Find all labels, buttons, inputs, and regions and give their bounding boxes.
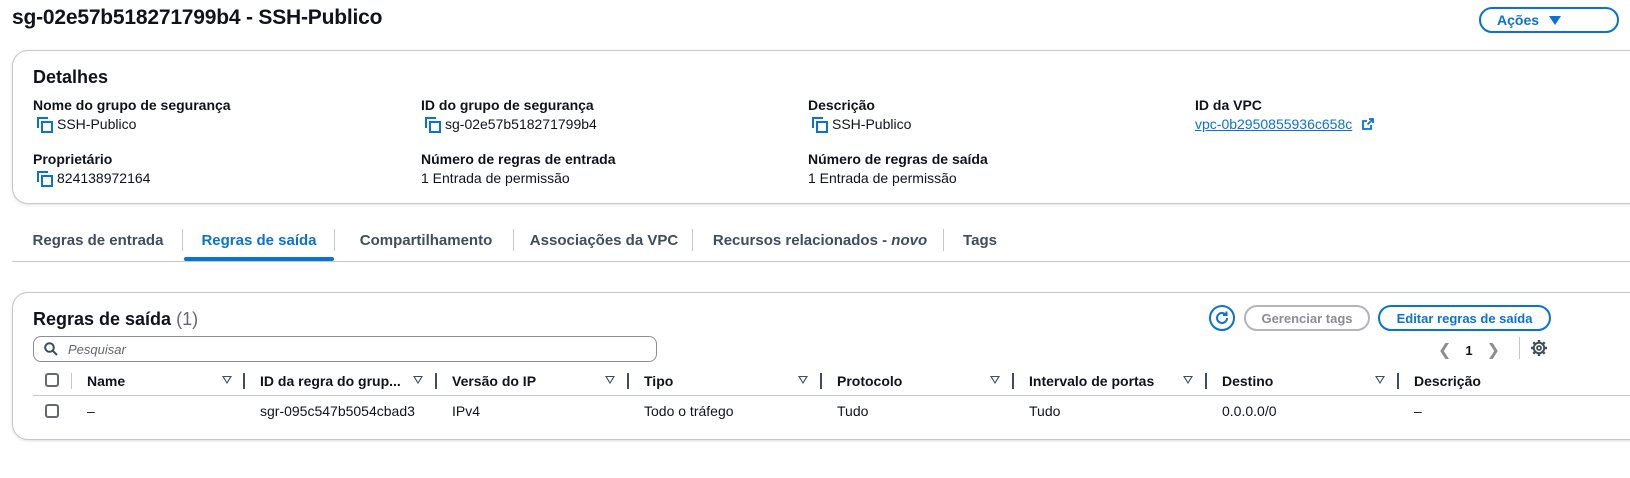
column-header-destination[interactable]: Destino (1222, 367, 1273, 395)
column-header-description[interactable]: Descrição (1414, 367, 1481, 395)
column-resizer[interactable] (1012, 373, 1014, 389)
tab-divider (943, 229, 944, 251)
column-header-protocol[interactable]: Protocolo (837, 367, 902, 395)
table-header: Name ID da regra do grup... Versão do IP… (33, 367, 1630, 396)
actions-label: Ações (1497, 12, 1540, 28)
tab-bar: Regras de entrada Regras de saída Compar… (12, 221, 1630, 262)
column-header-rule-id[interactable]: ID da regra do grup... (260, 367, 401, 395)
field-sg-id: ID do grupo de segurança sg-02e57b518271… (421, 97, 597, 133)
tab-sharing[interactable]: Compartilhamento (346, 221, 506, 259)
sort-icon[interactable] (222, 376, 232, 384)
edit-outbound-rules-button[interactable]: Editar regras de saída (1378, 305, 1551, 331)
rules-title-text: Regras de saída (33, 309, 172, 329)
field-label: Nome do grupo de segurança (33, 97, 231, 113)
tab-divider (692, 229, 693, 251)
copy-icon[interactable] (37, 117, 53, 133)
field-label: ID da VPC (1195, 97, 1262, 113)
chevron-down-icon (1549, 15, 1562, 25)
field-value: 1 Entrada de permissão (808, 170, 957, 186)
field-inbound-count: Número de regras de entrada 1 Entrada de… (421, 151, 616, 186)
column-header-name[interactable]: Name (87, 367, 125, 395)
cell-description: – (1414, 403, 1422, 419)
tab-outbound-rules[interactable]: Regras de saída (184, 221, 334, 261)
copy-icon[interactable] (37, 171, 53, 187)
column-resizer[interactable] (243, 373, 245, 389)
select-all-checkbox[interactable] (45, 373, 59, 387)
column-resizer[interactable] (820, 373, 822, 389)
tab-tags[interactable]: Tags (954, 221, 1006, 259)
page-title: sg-02e57b518271799b4 - SSH-Publico (12, 6, 383, 29)
sort-icon[interactable] (990, 376, 1000, 384)
sort-icon[interactable] (1375, 376, 1385, 384)
tab-inbound-rules[interactable]: Regras de entrada (22, 221, 174, 259)
pagination: ❮ 1 ❯ (1438, 340, 1500, 360)
tab-related-resources[interactable]: Recursos relacionados - novo (702, 221, 938, 259)
search-input[interactable] (66, 340, 630, 358)
sort-icon[interactable] (605, 376, 615, 384)
chevron-right-icon[interactable]: ❯ (1487, 340, 1500, 360)
cell-ip-version: IPv4 (452, 403, 481, 419)
field-value: SSH-Publico (57, 116, 137, 132)
column-resizer[interactable] (1397, 373, 1399, 389)
field-vpc-id: ID da VPC vpc-0b2950855936c658c (1195, 97, 1375, 132)
tab-divider (182, 229, 183, 251)
details-panel: Detalhes Nome do grupo de segurança SSH-… (12, 50, 1630, 204)
field-sg-name: Nome do grupo de segurança SSH-Publico (33, 97, 231, 133)
pager-divider (1519, 337, 1520, 359)
actions-button[interactable]: Ações (1479, 7, 1619, 33)
table-row[interactable]: – sgr-095c547b5054cbad3 IPv4 Todo o tráf… (33, 396, 1630, 426)
sort-icon[interactable] (798, 376, 808, 384)
field-value: sg-02e57b518271799b4 (445, 116, 597, 132)
settings-gear-icon[interactable] (1530, 339, 1548, 357)
outbound-rules-panel: Regras de saída (1) Gerenciar tags Edita… (12, 292, 1630, 440)
column-header-port-range[interactable]: Intervalo de portas (1029, 367, 1154, 395)
refresh-icon (1216, 311, 1228, 324)
external-link-icon[interactable] (1362, 118, 1375, 130)
sort-icon[interactable] (413, 376, 423, 384)
copy-icon[interactable] (425, 117, 441, 133)
cell-name: – (87, 403, 95, 419)
tab-vpc-associations[interactable]: Associações da VPC (524, 221, 684, 259)
column-resizer[interactable] (627, 373, 629, 389)
new-tag: novo (891, 231, 928, 249)
cell-protocol: Tudo (837, 403, 869, 419)
search-icon (44, 342, 58, 356)
cell-type: Todo o tráfego (644, 403, 734, 419)
field-owner: Proprietário 824138972164 (33, 151, 151, 187)
copy-icon[interactable] (812, 117, 828, 133)
column-header-ip-version[interactable]: Versão do IP (452, 367, 536, 395)
field-label: Número de regras de saída (808, 151, 988, 167)
manage-tags-button[interactable]: Gerenciar tags (1244, 305, 1370, 331)
page-number[interactable]: 1 (1465, 343, 1472, 358)
field-outbound-count: Número de regras de saída 1 Entrada de p… (808, 151, 988, 186)
rules-count: (1) (176, 309, 199, 329)
field-label: Descrição (808, 97, 875, 113)
rules-title: Regras de saída (1) (33, 309, 198, 330)
field-value: SSH-Publico (832, 116, 912, 132)
column-resizer[interactable] (1205, 373, 1207, 389)
cell-destination: 0.0.0.0/0 (1222, 403, 1277, 419)
column-resizer[interactable] (435, 373, 437, 389)
field-description: Descrição SSH-Publico (808, 97, 912, 133)
chevron-left-icon[interactable]: ❮ (1438, 340, 1451, 360)
tab-divider (334, 229, 335, 251)
tab-related-label: Recursos relacionados - (712, 231, 892, 249)
search-field[interactable] (33, 336, 657, 362)
vpc-link[interactable]: vpc-0b2950855936c658c (1195, 116, 1352, 132)
field-label: ID do grupo de segurança (421, 97, 594, 113)
sort-icon[interactable] (1183, 376, 1193, 384)
refresh-button[interactable] (1209, 305, 1235, 331)
row-checkbox[interactable] (45, 404, 59, 418)
column-divider (71, 373, 72, 389)
field-label: Proprietário (33, 151, 113, 167)
field-value: 1 Entrada de permissão (421, 170, 570, 186)
field-value: 824138972164 (57, 170, 151, 186)
field-label: Número de regras de entrada (421, 151, 616, 167)
column-header-type[interactable]: Tipo (644, 367, 673, 395)
cell-port-range: Tudo (1029, 403, 1061, 419)
details-title: Detalhes (33, 67, 109, 87)
tab-divider (513, 229, 514, 251)
cell-rule-id: sgr-095c547b5054cbad3 (260, 403, 415, 419)
